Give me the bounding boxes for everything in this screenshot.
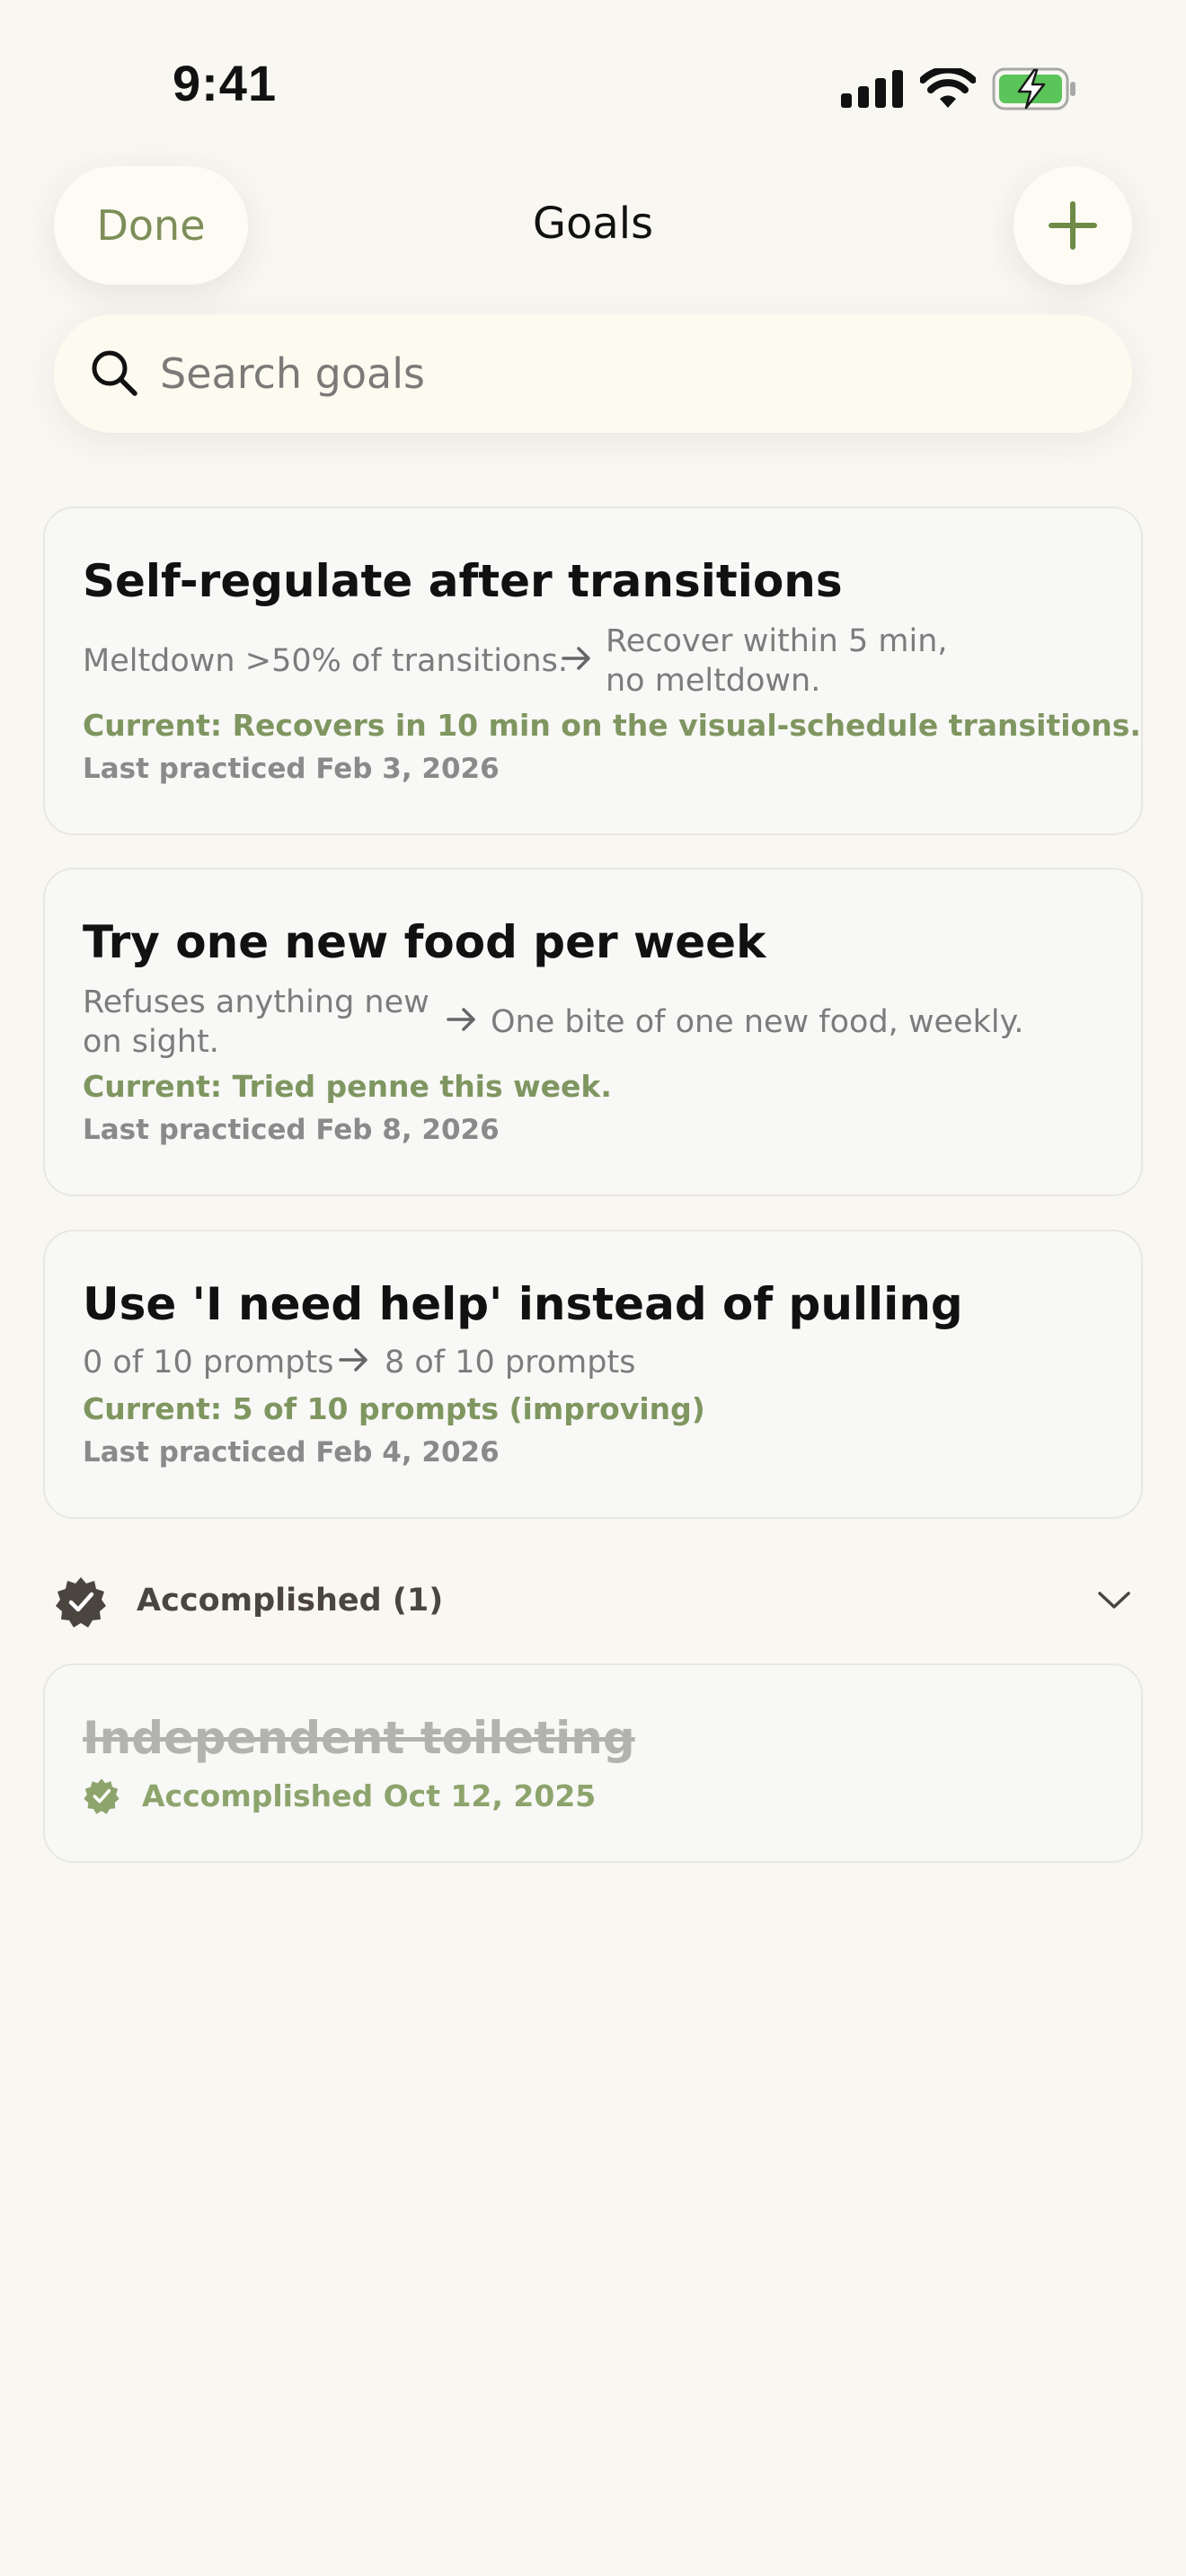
accomplished-section-label: Accomplished (1) [137,1583,444,1619]
goal-title: Self-regulate after transitions [83,555,843,607]
arrow-right-icon [447,1008,475,1031]
goal-current: Current: Recovers in 10 min on the visua… [83,708,1141,743]
goal-baseline-line: on sight. [83,1024,219,1060]
battery-charging-icon [992,67,1075,110]
accomplished-goal-card[interactable]: Independent toileting Accomplished Oct 1… [43,1663,1143,1863]
goal-target: Recover within 5 min, no meltdown. [606,622,948,701]
goal-title: Use 'I need help' instead of pulling [83,1278,963,1330]
accomplished-goal-title: Independent toileting [83,1712,635,1764]
arrow-right-icon [339,1348,367,1372]
goal-last-practiced: Last practiced Feb 3, 2026 [83,753,500,785]
goal-current: Current: Tried penne this week. [83,1069,612,1104]
cellular-signal-icon [841,70,903,108]
goal-card[interactable]: Self-regulate after transitions Meltdown… [43,507,1143,835]
verified-badge-icon [56,1577,106,1628]
goal-card[interactable]: Use 'I need help' instead of pulling 0 o… [43,1230,1143,1519]
goal-title: Try one new food per week [83,916,766,968]
goal-target: One bite of one new food, weekly. [491,1004,1024,1040]
accomplished-section-header[interactable]: Accomplished (1) [54,1574,1132,1631]
goal-current: Current: 5 of 10 prompts (improving) [83,1391,705,1426]
goal-target-line: Recover within 5 min, [606,623,948,659]
arrow-right-icon [562,647,590,670]
goal-card[interactable]: Try one new food per week Refuses anythi… [43,868,1143,1196]
add-goal-button[interactable] [1013,166,1132,285]
page-title: Goals [532,198,654,249]
wifi-icon [920,68,976,108]
search-icon [92,350,137,396]
verified-badge-icon [84,1778,119,1814]
goal-target-line: no meltdown. [606,663,821,699]
nav-bar: Done Goals [0,166,1186,287]
plus-icon [1049,201,1097,250]
status-time: 9:41 [173,55,278,111]
goal-baseline-line: Refuses anything new [83,984,429,1020]
chevron-down-icon[interactable] [1096,1586,1132,1613]
status-bar: 9:41 [0,0,1186,171]
search-input[interactable] [160,338,1094,410]
goal-baseline: 0 of 10 prompts [83,1345,334,1381]
goal-baseline: Meltdown >50% of transitions. [83,643,568,679]
accomplished-date: Accomplished Oct 12, 2025 [142,1778,597,1813]
goal-target: 8 of 10 prompts [385,1345,636,1381]
goal-last-practiced: Last practiced Feb 8, 2026 [83,1114,500,1146]
goal-baseline: Refuses anything new on sight. [83,983,429,1062]
search-bar[interactable] [54,314,1132,433]
goal-last-practiced: Last practiced Feb 4, 2026 [83,1436,500,1469]
